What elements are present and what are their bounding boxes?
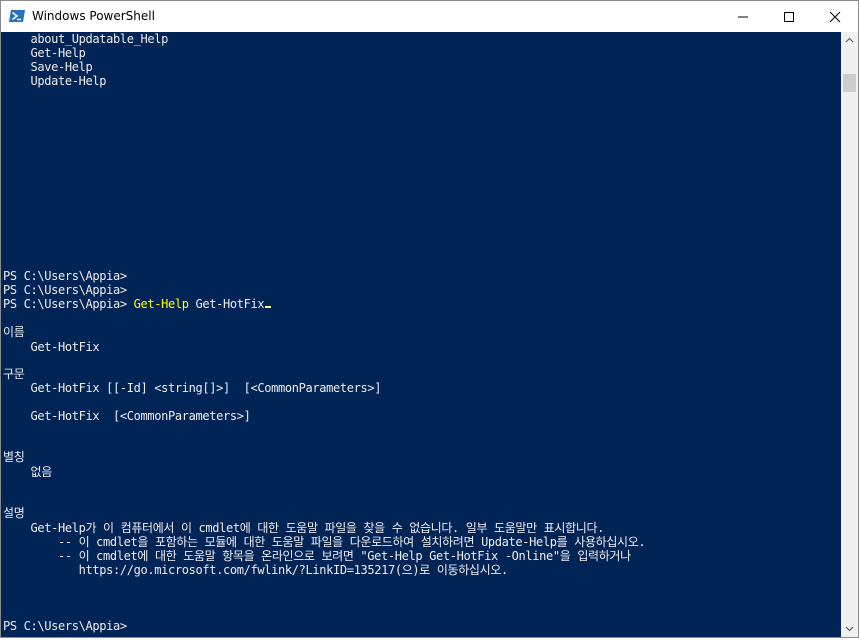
- minimize-icon: [738, 16, 748, 18]
- command-argument: Get-HotFix: [188, 297, 265, 311]
- maximize-icon: [784, 12, 794, 22]
- console-line: -- 이 cmdlet을 포함하는 모듈에 대한 도움말 파일을 다운로드하여 …: [3, 535, 646, 549]
- console-output[interactable]: about_Updatable_Help Get-Help Save-Help …: [1, 32, 841, 637]
- console-line: about_Updatable_Help: [3, 32, 168, 46]
- console-prompt: PS C:\Users\Appia>: [3, 269, 127, 283]
- console-line: Get-HotFix [<CommonParameters>]: [3, 409, 251, 423]
- console-line: Get-HotFix: [3, 340, 100, 354]
- powershell-window: Windows PowerShell about_Updatable_Help …: [0, 0, 859, 638]
- powershell-icon: [9, 8, 25, 24]
- close-button[interactable]: [812, 1, 858, 32]
- console-line: Get-Help: [3, 46, 86, 60]
- console-line: Get-HotFix [[-Id] <string[]>] [<CommonPa…: [3, 381, 382, 395]
- console-prompt: PS C:\Users\Appia>: [3, 283, 127, 297]
- command-line[interactable]: PS C:\Users\Appia> Get-Help Get-HotFix: [3, 297, 272, 311]
- console-line: 없음: [3, 465, 52, 479]
- console-prompt: PS C:\Users\Appia>: [3, 619, 127, 633]
- vertical-scrollbar[interactable]: [841, 32, 858, 637]
- console-line: Save-Help: [3, 60, 93, 74]
- scroll-thumb[interactable]: [843, 74, 856, 92]
- window-title: Windows PowerShell: [32, 9, 155, 23]
- section-heading: 별칭: [3, 450, 25, 464]
- section-heading: 이름: [3, 325, 25, 339]
- console-line: https://go.microsoft.com/fwlink/?LinkID=…: [3, 563, 509, 577]
- chevron-down-icon: [845, 626, 854, 632]
- section-heading: 설명: [3, 506, 25, 520]
- console-line: Get-Help가 이 컴퓨터에서 이 cmdlet에 대한 도움말 파일을 찾…: [3, 521, 605, 535]
- chevron-up-icon: [845, 37, 854, 43]
- text-cursor: [265, 306, 272, 308]
- title-bar[interactable]: Windows PowerShell: [1, 1, 858, 32]
- minimize-button[interactable]: [720, 1, 766, 32]
- command-cmdlet: Get-Help: [133, 297, 189, 311]
- console-line: Update-Help: [3, 74, 107, 88]
- section-heading: 구문: [3, 367, 25, 381]
- scroll-down-button[interactable]: [841, 620, 858, 637]
- console-prompt: PS C:\Users\Appia>: [3, 297, 127, 311]
- console-line: -- 이 cmdlet에 대한 도움말 항목을 온라인으로 보려면 "Get-H…: [3, 549, 631, 563]
- scroll-up-button[interactable]: [841, 32, 858, 49]
- close-icon: [829, 11, 841, 23]
- maximize-button[interactable]: [766, 1, 812, 32]
